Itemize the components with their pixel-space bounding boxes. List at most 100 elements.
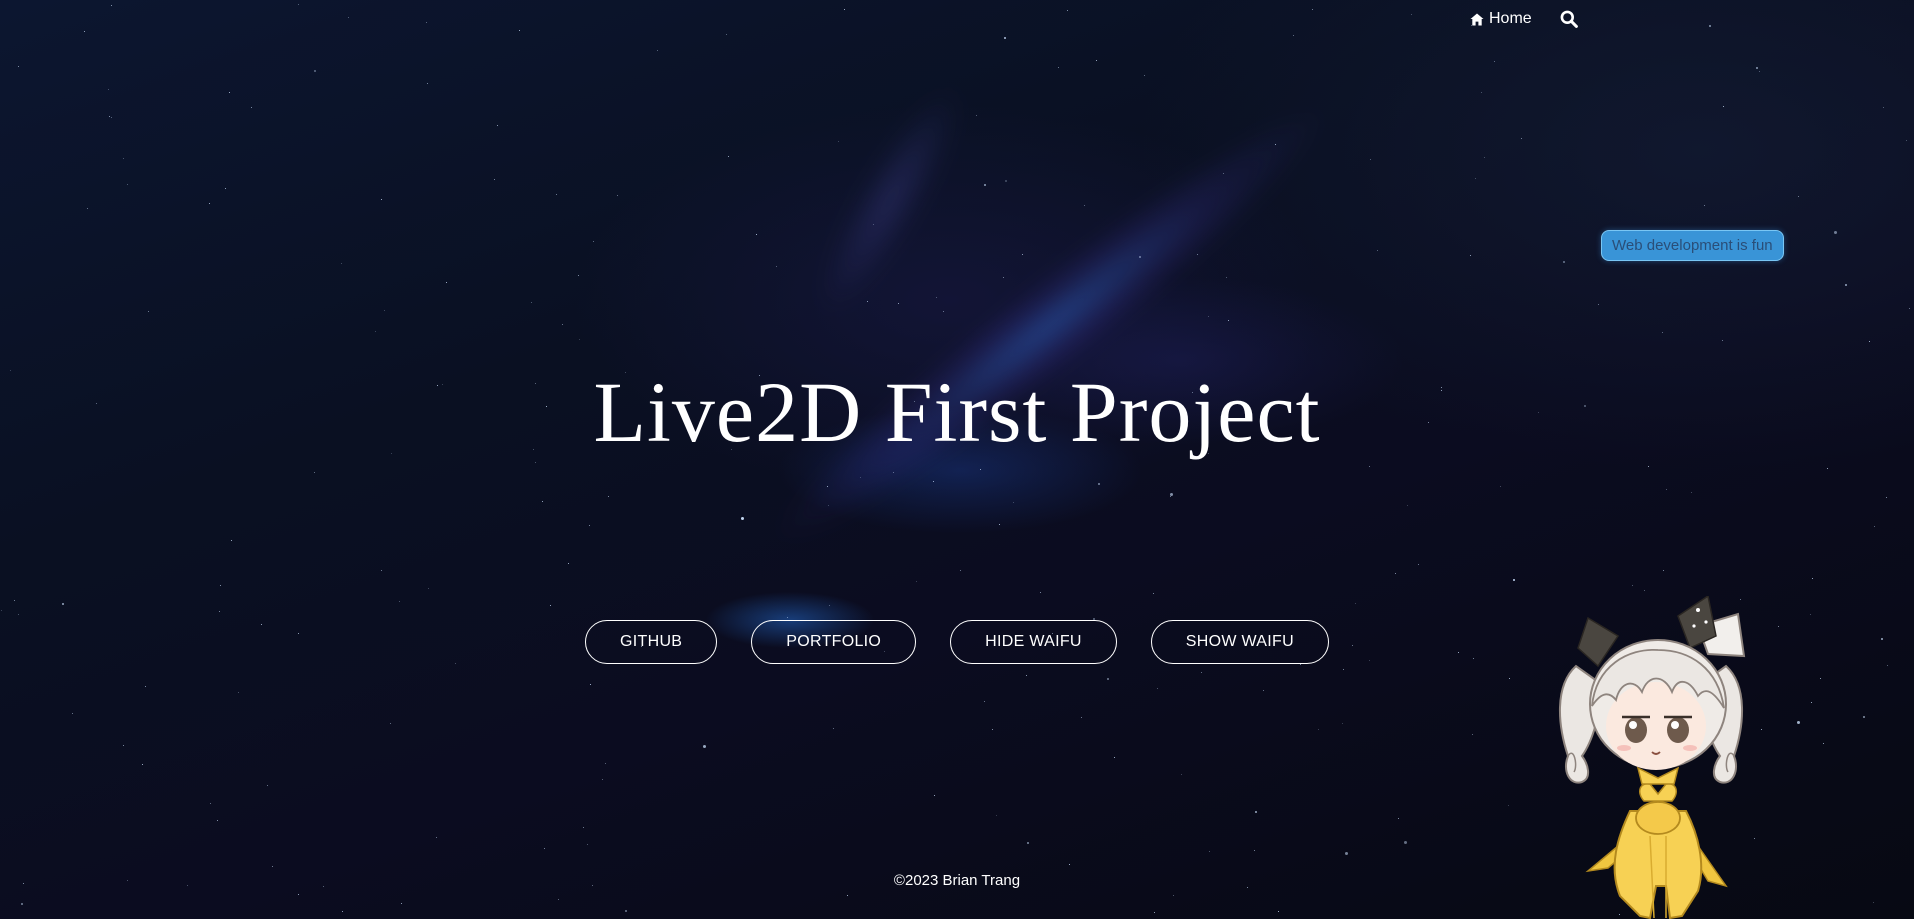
star (916, 581, 917, 582)
star (1153, 593, 1154, 594)
portfolio-button[interactable]: PORTFOLIO (751, 620, 917, 664)
star (1563, 261, 1565, 263)
star (1005, 180, 1007, 182)
star (1139, 256, 1141, 258)
star (847, 895, 848, 896)
star (1494, 61, 1495, 62)
star (1869, 341, 1870, 342)
star (1797, 721, 1800, 724)
star (776, 266, 777, 267)
star (1223, 173, 1224, 174)
star (1666, 489, 1667, 490)
star (1691, 492, 1692, 493)
show-waifu-button[interactable]: SHOW WAIFU (1150, 620, 1329, 664)
star (1418, 564, 1419, 565)
star (1369, 466, 1370, 467)
star (934, 795, 935, 796)
star (251, 107, 252, 108)
star (602, 779, 603, 780)
waifu-illustration (1558, 594, 1746, 919)
star (1343, 669, 1344, 670)
star (1398, 818, 1399, 819)
star (1722, 340, 1723, 341)
star (341, 263, 342, 264)
star (1040, 592, 1041, 593)
star (399, 601, 400, 602)
star (426, 22, 427, 23)
star (1004, 37, 1006, 39)
star (1069, 864, 1070, 865)
star (1709, 25, 1711, 27)
star (220, 585, 221, 586)
star (1598, 304, 1599, 305)
star (219, 611, 220, 612)
star (267, 785, 268, 786)
home-icon (1470, 13, 1484, 26)
star (298, 894, 299, 895)
star (84, 31, 85, 32)
star (1874, 526, 1875, 527)
github-button[interactable]: GITHUB (585, 620, 718, 664)
live2d-waifu-character[interactable] (1548, 594, 1768, 919)
nav-search-button[interactable] (1560, 10, 1578, 28)
star (1820, 678, 1821, 679)
star (867, 301, 868, 302)
star (1470, 255, 1471, 256)
star (210, 803, 211, 804)
star (1810, 614, 1811, 615)
star (1798, 196, 1799, 197)
star (1342, 723, 1343, 724)
star (238, 692, 239, 693)
star (1209, 851, 1210, 852)
star (1644, 590, 1645, 591)
star (381, 570, 382, 571)
star (996, 815, 997, 816)
star (1084, 205, 1085, 206)
star (587, 844, 588, 845)
star (960, 570, 961, 571)
star (617, 195, 618, 196)
star (943, 311, 944, 312)
star (1098, 483, 1100, 485)
star (1114, 757, 1115, 758)
star (992, 729, 993, 730)
star (590, 684, 591, 685)
star (111, 117, 112, 118)
star (123, 158, 124, 159)
star (1275, 144, 1276, 145)
star (535, 462, 536, 463)
star (1173, 895, 1174, 896)
star (860, 477, 861, 478)
star (1263, 690, 1264, 691)
star (1144, 75, 1145, 76)
star (568, 563, 569, 564)
star (1067, 10, 1068, 11)
star (1293, 35, 1294, 36)
star (741, 517, 744, 520)
star (999, 524, 1000, 525)
star (605, 763, 606, 764)
star (657, 50, 658, 51)
star (1500, 486, 1501, 487)
star (72, 713, 73, 714)
hide-waifu-button[interactable]: HIDE WAIFU (950, 620, 1117, 664)
star (1226, 277, 1227, 278)
star (1845, 284, 1847, 286)
star (1407, 505, 1408, 506)
star (1081, 717, 1082, 718)
star (1513, 579, 1515, 581)
nav-home-link[interactable]: Home (1470, 10, 1532, 28)
star (544, 848, 545, 849)
star (342, 911, 343, 912)
star (1096, 60, 1097, 61)
star (1648, 466, 1649, 467)
star (272, 866, 273, 867)
star (18, 614, 19, 615)
star (1254, 850, 1255, 851)
star (829, 605, 830, 606)
star (229, 92, 230, 93)
star (381, 199, 382, 200)
star (1107, 678, 1109, 680)
star (1170, 493, 1173, 496)
star (625, 910, 627, 912)
